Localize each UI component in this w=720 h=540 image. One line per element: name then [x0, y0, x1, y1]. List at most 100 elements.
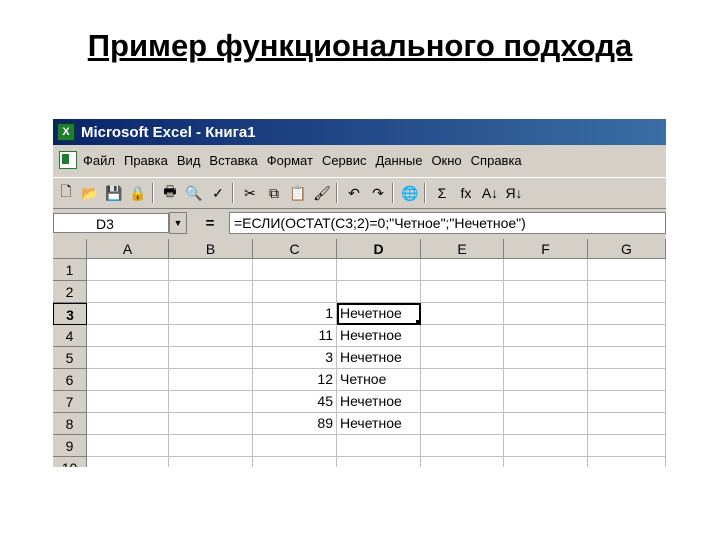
cell-b8[interactable]: [169, 413, 253, 435]
row-header-1[interactable]: 1: [53, 259, 87, 281]
cell-b1[interactable]: [169, 259, 253, 281]
cell-b7[interactable]: [169, 391, 253, 413]
cell-f6[interactable]: [504, 369, 588, 391]
cell-d3[interactable]: Нечетное: [337, 303, 421, 325]
cell-d5[interactable]: Нечетное: [337, 347, 421, 369]
cell-g10[interactable]: [588, 457, 666, 467]
sort-ascending-icon[interactable]: A↓: [479, 182, 501, 204]
column-header-e[interactable]: E: [421, 239, 504, 259]
excel-app-icon[interactable]: X: [57, 123, 75, 141]
cell-c7[interactable]: 45: [253, 391, 337, 413]
cell-f3[interactable]: [504, 303, 588, 325]
row-header-9[interactable]: 9: [53, 435, 87, 457]
cell-f10[interactable]: [504, 457, 588, 467]
cell-c6[interactable]: 12: [253, 369, 337, 391]
cell-a8[interactable]: [87, 413, 169, 435]
select-all-corner[interactable]: [53, 239, 87, 259]
cell-g8[interactable]: [588, 413, 666, 435]
cell-d2[interactable]: [337, 281, 421, 303]
menu-item-6[interactable]: Данные: [375, 153, 422, 168]
cell-g9[interactable]: [588, 435, 666, 457]
autosum-icon[interactable]: Σ: [431, 182, 453, 204]
sort-descending-icon[interactable]: Я↓: [503, 182, 525, 204]
copy-icon[interactable]: ⧉: [263, 182, 285, 204]
redo-icon[interactable]: ↷: [367, 182, 389, 204]
fill-handle[interactable]: [416, 320, 420, 324]
menu-item-3[interactable]: Вставка: [209, 153, 257, 168]
row-header-5[interactable]: 5: [53, 347, 87, 369]
cell-a7[interactable]: [87, 391, 169, 413]
cell-e5[interactable]: [421, 347, 504, 369]
format-painter-icon[interactable]: 🖌: [311, 182, 333, 204]
workbook-icon[interactable]: [59, 151, 77, 169]
cell-a5[interactable]: [87, 347, 169, 369]
open-icon[interactable]: 📂: [79, 182, 101, 204]
cell-c4[interactable]: 11: [253, 325, 337, 347]
cell-g7[interactable]: [588, 391, 666, 413]
cell-e7[interactable]: [421, 391, 504, 413]
menu-item-5[interactable]: Сервис: [322, 153, 367, 168]
spelling-icon[interactable]: ✓: [207, 182, 229, 204]
save-icon[interactable]: 💾: [103, 182, 125, 204]
cell-e10[interactable]: [421, 457, 504, 467]
cell-g5[interactable]: [588, 347, 666, 369]
cell-c9[interactable]: [253, 435, 337, 457]
cell-c8[interactable]: 89: [253, 413, 337, 435]
cell-c10[interactable]: [253, 457, 337, 467]
cell-a3[interactable]: [87, 303, 169, 325]
cell-b9[interactable]: [169, 435, 253, 457]
cell-g2[interactable]: [588, 281, 666, 303]
menu-item-1[interactable]: Правка: [124, 153, 168, 168]
hyperlink-icon[interactable]: 🌐: [399, 182, 421, 204]
cell-a1[interactable]: [87, 259, 169, 281]
cell-b5[interactable]: [169, 347, 253, 369]
cell-f5[interactable]: [504, 347, 588, 369]
cell-f7[interactable]: [504, 391, 588, 413]
permission-icon[interactable]: 🔒: [127, 182, 149, 204]
cell-f9[interactable]: [504, 435, 588, 457]
new-icon[interactable]: 🗋: [55, 182, 77, 204]
undo-icon[interactable]: ↶: [343, 182, 365, 204]
cell-e4[interactable]: [421, 325, 504, 347]
cell-d4[interactable]: Нечетное: [337, 325, 421, 347]
cell-e2[interactable]: [421, 281, 504, 303]
cell-e8[interactable]: [421, 413, 504, 435]
column-header-f[interactable]: F: [504, 239, 588, 259]
menu-item-4[interactable]: Формат: [267, 153, 313, 168]
cell-b2[interactable]: [169, 281, 253, 303]
cut-icon[interactable]: ✂: [239, 182, 261, 204]
formula-input[interactable]: =ЕСЛИ(ОСТАТ(C3;2)=0;"Четное";"Нечетное"): [229, 212, 666, 234]
menu-item-8[interactable]: Справка: [471, 153, 522, 168]
cell-d10[interactable]: [337, 457, 421, 467]
row-header-3[interactable]: 3: [53, 303, 87, 325]
cell-f4[interactable]: [504, 325, 588, 347]
cell-b4[interactable]: [169, 325, 253, 347]
cell-e6[interactable]: [421, 369, 504, 391]
menu-item-0[interactable]: Файл: [83, 153, 115, 168]
cell-e3[interactable]: [421, 303, 504, 325]
column-header-c[interactable]: C: [253, 239, 337, 259]
cell-g4[interactable]: [588, 325, 666, 347]
cell-f1[interactable]: [504, 259, 588, 281]
cell-g1[interactable]: [588, 259, 666, 281]
cell-d8[interactable]: Нечетное: [337, 413, 421, 435]
cell-a10[interactable]: [87, 457, 169, 467]
function-icon[interactable]: fx: [455, 182, 477, 204]
cell-g6[interactable]: [588, 369, 666, 391]
column-header-g[interactable]: G: [588, 239, 666, 259]
title-bar[interactable]: X Microsoft Excel - Книга1: [53, 119, 666, 145]
row-header-4[interactable]: 4: [53, 325, 87, 347]
cell-d9[interactable]: [337, 435, 421, 457]
cell-b3[interactable]: [169, 303, 253, 325]
cell-d7[interactable]: Нечетное: [337, 391, 421, 413]
name-box-dropdown-icon[interactable]: ▼: [169, 212, 187, 234]
row-header-10[interactable]: 10: [53, 457, 87, 467]
menu-item-7[interactable]: Окно: [431, 153, 461, 168]
column-header-d[interactable]: D: [337, 239, 421, 259]
print-icon[interactable]: 🖶: [159, 182, 181, 204]
row-header-2[interactable]: 2: [53, 281, 87, 303]
cell-b6[interactable]: [169, 369, 253, 391]
column-header-a[interactable]: A: [87, 239, 169, 259]
cell-e1[interactable]: [421, 259, 504, 281]
cell-a2[interactable]: [87, 281, 169, 303]
